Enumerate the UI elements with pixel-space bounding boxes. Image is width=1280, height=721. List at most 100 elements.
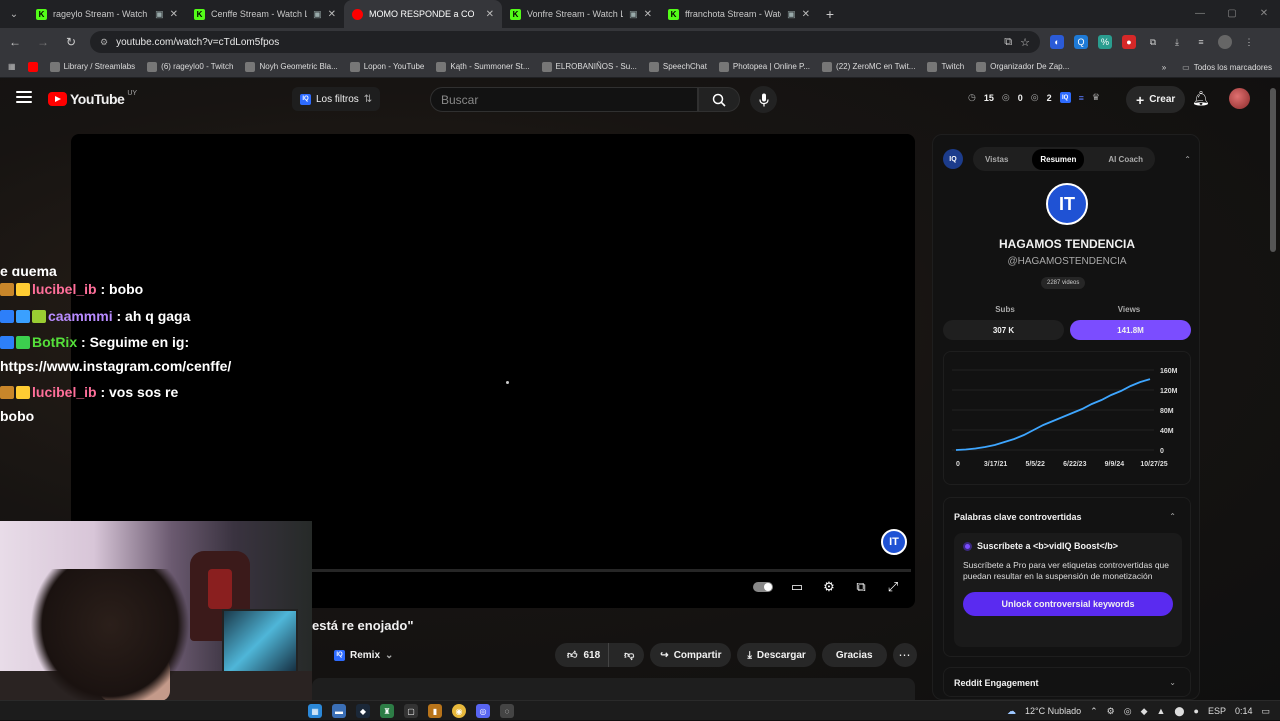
more-bookmarks-icon[interactable]: »: [1162, 63, 1166, 72]
extensions-puzzle-icon[interactable]: ⧉: [1146, 35, 1160, 49]
new-tab-button[interactable]: +: [818, 6, 842, 22]
notifications-bell-icon[interactable]: 🔔︎: [1192, 90, 1210, 107]
browser-tab[interactable]: MOMO RESPONDE a COSCU: ✕: [344, 0, 502, 28]
extension-icon[interactable]: Q: [1074, 35, 1088, 49]
install-icon[interactable]: ⧉: [1004, 36, 1012, 49]
autoplay-toggle[interactable]: [753, 582, 773, 592]
apps-icon[interactable]: ▦: [8, 62, 16, 71]
browser-tab[interactable]: K Vonfre Stream - Watch Live ▣ ✕: [502, 0, 660, 28]
trophy-icon[interactable]: ♛: [1092, 92, 1100, 103]
tray-app-icon[interactable]: ⬤: [1174, 706, 1184, 717]
guide-menu-icon[interactable]: [16, 91, 32, 103]
tab-search-menu-icon[interactable]: ⌄: [0, 0, 28, 28]
vidiq-tab[interactable]: Vistas: [985, 155, 1008, 164]
chevron-down-icon[interactable]: ⌄: [1169, 678, 1176, 687]
clock-time[interactable]: 0:14: [1235, 706, 1253, 716]
lang-indicator[interactable]: ESP: [1208, 706, 1226, 716]
show-hidden-icons[interactable]: ⌃: [1090, 706, 1098, 717]
thanks-button[interactable]: Gracias: [821, 643, 887, 667]
browser-tab[interactable]: K Cenffe Stream - Watch Live ▣ ✕: [186, 0, 344, 28]
all-bookmarks-folder[interactable]: ▭ Todos los marcadores: [1182, 63, 1272, 72]
channel-watermark[interactable]: IT: [881, 529, 907, 555]
chrome-icon[interactable]: ◉: [452, 704, 466, 718]
app-icon[interactable]: ▢: [404, 704, 418, 718]
weather-text[interactable]: 12°C Nublado: [1025, 706, 1081, 716]
notifications-icon[interactable]: ▭: [1261, 706, 1270, 717]
reddit-engagement-card[interactable]: Reddit Engagement ⌄: [943, 667, 1191, 697]
remix-button[interactable]: IQ Remix ⌄: [326, 643, 401, 667]
app-icon[interactable]: ▮: [428, 704, 442, 718]
bookmark-item[interactable]: Kąth - Summoner St...: [436, 61, 530, 72]
progress-bar[interactable]: [311, 569, 911, 572]
close-window-icon[interactable]: ✕: [1248, 0, 1280, 28]
file-explorer-icon[interactable]: ▬: [332, 704, 346, 718]
miniplayer-icon[interactable]: ⧉: [853, 579, 869, 594]
vidiq-toolbar-stats[interactable]: ◷ 15 ◎ 0 ◎ 2 IQ ≡ ♛: [968, 92, 1100, 103]
bookmark-item[interactable]: Organizador De Zap...: [976, 61, 1069, 72]
tray-app-icon[interactable]: ⚙: [1107, 706, 1115, 717]
forward-icon[interactable]: →: [34, 35, 52, 49]
browser-menu-icon[interactable]: ⋮: [1242, 35, 1256, 49]
extension-icon[interactable]: ●: [1122, 35, 1136, 49]
more-actions-icon[interactable]: ⋯: [892, 643, 917, 667]
extension-icon[interactable]: %: [1098, 35, 1112, 49]
description-box[interactable]: [312, 678, 915, 700]
views-toggle[interactable]: 141.8M: [1070, 320, 1191, 340]
windows-store-icon[interactable]: ▦: [308, 704, 322, 718]
vidiq-tab[interactable]: AI Coach: [1108, 155, 1143, 164]
minimize-icon[interactable]: —: [1184, 0, 1216, 28]
chevron-up-icon[interactable]: ⌃: [1169, 512, 1176, 521]
user-avatar[interactable]: [1229, 88, 1250, 109]
download-button[interactable]: ⤓ Descargar: [737, 643, 816, 667]
bookmark-item[interactable]: Lopon - YouTube: [349, 61, 424, 72]
channel-avatar[interactable]: IT: [1046, 183, 1088, 225]
tab-close-icon[interactable]: ✕: [328, 9, 336, 20]
unlock-keywords-button[interactable]: Unlock controversial keywords: [963, 592, 1173, 616]
dislike-button[interactable]: 👎︎: [614, 643, 644, 667]
tray-app-icon[interactable]: ▲: [1157, 706, 1166, 716]
bookmark-item[interactable]: (22) ZeroMC en Twit...: [822, 61, 915, 72]
app-icon[interactable]: ◌: [500, 704, 514, 718]
search-button[interactable]: [698, 87, 740, 112]
youtube-logo[interactable]: YouTube UY: [48, 90, 137, 107]
create-button[interactable]: + Crear: [1126, 86, 1186, 113]
tab-close-icon[interactable]: ✕: [170, 9, 178, 20]
tray-app-icon[interactable]: ●: [1194, 706, 1199, 716]
address-bar[interactable]: ⚙ youtube.com/watch?v=cTdLom5fpos ⧉ ☆: [90, 31, 1040, 53]
discord-icon[interactable]: ◎: [476, 704, 490, 718]
tab-close-icon[interactable]: ✕: [802, 9, 810, 20]
profile-avatar-icon[interactable]: [1218, 35, 1232, 49]
vidiq-icon[interactable]: IQ: [1059, 92, 1071, 103]
reload-icon[interactable]: ↻: [62, 35, 80, 49]
bookmark-item[interactable]: (6) rageylo0 - Twitch: [147, 61, 233, 72]
vidiq-logo-icon[interactable]: IQ: [943, 149, 963, 169]
page-scrollbar[interactable]: [1270, 88, 1276, 252]
tab-close-icon[interactable]: ✕: [486, 9, 494, 20]
tray-app-icon[interactable]: ◆: [1141, 706, 1148, 717]
bookmark-star-icon[interactable]: ☆: [1020, 36, 1030, 49]
like-button[interactable]: 👍︎ 618: [555, 643, 610, 667]
browser-tab[interactable]: Kffranchota Stream - Watch Live ▣ ✕: [660, 0, 818, 28]
bookmark-item[interactable]: Photopea | Online P...: [718, 61, 810, 72]
bookmark-item[interactable]: ELROBANIÑOS - Su...: [541, 61, 637, 72]
bookmark-item[interactable]: Twitch: [927, 61, 964, 72]
subtitles-icon[interactable]: ▭: [789, 579, 805, 594]
vidiq-extension-icon[interactable]: ◐: [1050, 35, 1064, 49]
app-icon[interactable]: ♜: [380, 704, 394, 718]
voice-search-button[interactable]: [750, 86, 777, 113]
search-input[interactable]: Buscar: [430, 87, 698, 112]
tab-close-icon[interactable]: ✕: [644, 9, 652, 20]
bookmark-item[interactable]: SpeechChat: [648, 61, 707, 72]
bookmark-item[interactable]: Noyh Geometric Bla...: [245, 61, 338, 72]
media-controls-icon[interactable]: ≡: [1194, 35, 1208, 49]
collapse-chevron-icon[interactable]: ⌃: [1184, 155, 1191, 164]
maximize-icon[interactable]: ▢: [1216, 0, 1248, 28]
vidiq-filters-button[interactable]: IQ Los filtros ⇅: [292, 87, 381, 111]
downloads-icon[interactable]: ⤓: [1170, 35, 1184, 49]
share-button[interactable]: ↪ Compartir: [650, 643, 732, 667]
site-info-icon[interactable]: ⚙: [100, 37, 108, 48]
steam-icon[interactable]: ◆: [356, 704, 370, 718]
youtube-bookmark-icon[interactable]: [27, 61, 38, 72]
tray-app-icon[interactable]: ◎: [1124, 706, 1132, 717]
fullscreen-icon[interactable]: ⤢: [885, 579, 901, 594]
